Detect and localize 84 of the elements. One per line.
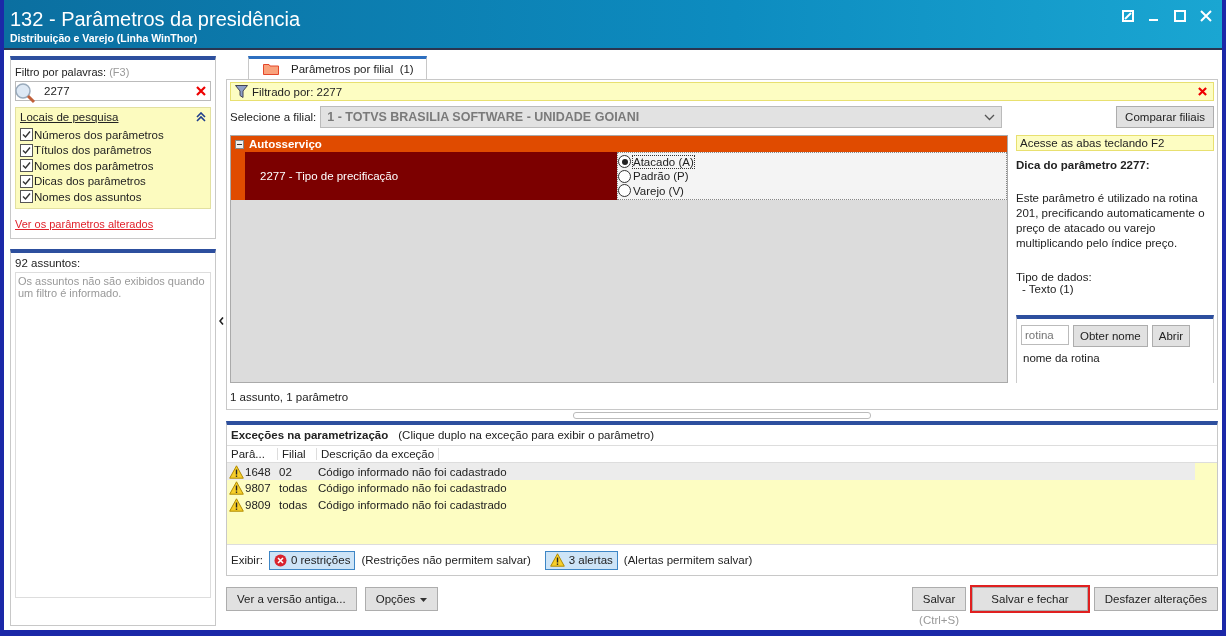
tab[interactable]: Parâmetros por filial (1) — [248, 56, 427, 80]
branch-label: Selecione a filial: — [230, 111, 317, 124]
maximize-icon[interactable] — [1174, 10, 1186, 22]
table-cell-text: todas — [278, 482, 309, 494]
exception-row[interactable]: 1648 02 Código informado não foi cadastrado — [227, 463, 1195, 480]
checkbox-label[interactable]: Nomes dos assuntos — [34, 190, 142, 203]
collapse-icon[interactable] — [196, 112, 206, 122]
checkbox[interactable] — [20, 143, 33, 157]
show-label: Exibir: — [231, 554, 263, 566]
checkbox[interactable] — [20, 128, 33, 142]
table-cell: 9809 — [245, 498, 271, 511]
table-cell-text: Código informado não foi cadastrado — [317, 465, 508, 478]
exceptions-hint: (Clique duplo na exceção para exibir o parâmetro) — [398, 429, 654, 442]
alerts-toggle[interactable]: 3 alertas — [544, 550, 618, 570]
table-cell-text: 02 — [278, 465, 293, 478]
filter-label: Filtro por palavras: (F3) — [15, 66, 131, 78]
exception-row[interactable]: 9809 todas Código informado não foi cadastrado — [227, 496, 1195, 513]
radio-option[interactable]: Atacado (A) — [618, 154, 1006, 170]
checkbox-label[interactable]: Nomes dos parâmetros — [34, 159, 154, 172]
table-cell: 9807 — [245, 482, 271, 494]
funnel-icon — [235, 85, 248, 99]
close-icon[interactable] — [1200, 10, 1212, 22]
action-button[interactable]: Salvar — [911, 587, 967, 611]
warning-icon — [549, 553, 565, 567]
warning-icon — [229, 497, 244, 512]
clear-icon[interactable] — [196, 86, 206, 96]
compare-branches-button[interactable]: Comparar filiais — [1116, 106, 1214, 129]
routine-field[interactable]: rotina — [1021, 325, 1069, 346]
restrictions-toggle[interactable]: 0 restrições — [268, 550, 356, 570]
folder-icon — [263, 63, 279, 76]
resize-icon[interactable] — [1122, 10, 1134, 22]
parameter-title: 2277 - Tipo de precificação — [245, 152, 617, 201]
open-button[interactable]: Abrir — [1151, 325, 1190, 348]
chevron-left-icon[interactable] — [218, 317, 224, 325]
group-header[interactable]: Autosserviço — [231, 136, 1007, 153]
caret-icon — [420, 597, 428, 602]
action-button[interactable]: Desfazer alterações — [1093, 587, 1218, 611]
data-type-label: Tipo de dados: — [1016, 271, 1093, 284]
warning-icon — [229, 481, 244, 495]
checkbox-label[interactable]: Números dos parâmetros — [34, 128, 164, 141]
subjects-title: 92 assuntos: — [15, 257, 82, 269]
get-name-button[interactable]: Obter nome — [1073, 325, 1148, 348]
search-icon — [14, 82, 36, 104]
error-icon — [273, 553, 287, 567]
subjects-list: Os assuntos não são exibidos quando um filtro é informado. — [15, 272, 211, 598]
tip-hint: Acesse as abas teclando F2 — [1016, 135, 1214, 152]
radio-option[interactable]: Varejo (V) — [618, 183, 1006, 199]
alerts-note: (Alertas permitem salvar) — [623, 554, 753, 566]
table-cell-text: Código informado não foi cadastrado — [317, 482, 508, 494]
checkbox-label[interactable]: Títulos dos parâmetros — [34, 144, 152, 157]
changed-parameters-link[interactable]: Ver os parâmetros alterados — [15, 217, 211, 230]
column-header[interactable]: Parâ... — [227, 448, 278, 461]
checkbox[interactable] — [20, 174, 33, 188]
collapse-icon[interactable] — [235, 140, 244, 149]
table-cell-text: todas — [278, 498, 309, 511]
search-places-title: Locais de pesquisa — [20, 111, 119, 123]
chevron-down-icon — [984, 114, 996, 121]
exceptions-title: Exceções na parametrização — [231, 429, 389, 442]
restrictions-note: (Restrições não permitem salvar) — [361, 554, 531, 566]
routine-name: nome da rotina — [1022, 352, 1101, 365]
checkbox-label[interactable]: Dicas dos parâmetros — [34, 175, 146, 188]
search-field[interactable]: 2277 — [15, 81, 211, 101]
warning-icon — [229, 464, 244, 479]
tip-title: Dica do parâmetro 2277: — [1016, 159, 1151, 172]
shortcut-hint: (Ctrl+S) — [919, 614, 959, 626]
column-header[interactable]: Descrição da exceção — [317, 448, 440, 461]
checkbox[interactable] — [20, 190, 33, 204]
column-header[interactable]: Filial — [278, 448, 317, 461]
tip-text: Este parâmetro é utilizado na rotina 201, precificando automaticamente o preço de atacado ou varejo multiplicando pelo índice preço. — [1016, 191, 1206, 252]
checkbox[interactable] — [20, 159, 33, 173]
data-type-value: - Texto (1) — [1021, 283, 1075, 296]
splitter-handle[interactable] — [573, 412, 871, 420]
options-menu-button[interactable]: Opções — [364, 587, 439, 611]
exception-row[interactable]: 9807 todas Código informado não foi cadastrado — [227, 479, 1195, 497]
summary-text: 1 assunto, 1 parâmetro — [230, 391, 350, 406]
window-subtitle: Distribuição e Varejo (Linha WinThor) — [10, 32, 199, 44]
old-version-button[interactable]: Ver a versão antiga... — [226, 587, 357, 611]
radio-option[interactable]: Padrão (P) — [618, 169, 1006, 184]
filter-text: Filtrado por: 2277 — [252, 86, 344, 98]
table-cell-text: Código informado não foi cadastrado — [317, 498, 508, 511]
clear-filter-icon[interactable] — [1198, 87, 1207, 97]
action-button[interactable]: Salvar e fechar — [972, 587, 1088, 611]
window-title: 132 - Parâmetros da presidência — [10, 8, 301, 31]
table-cell: 1648 — [245, 465, 271, 478]
